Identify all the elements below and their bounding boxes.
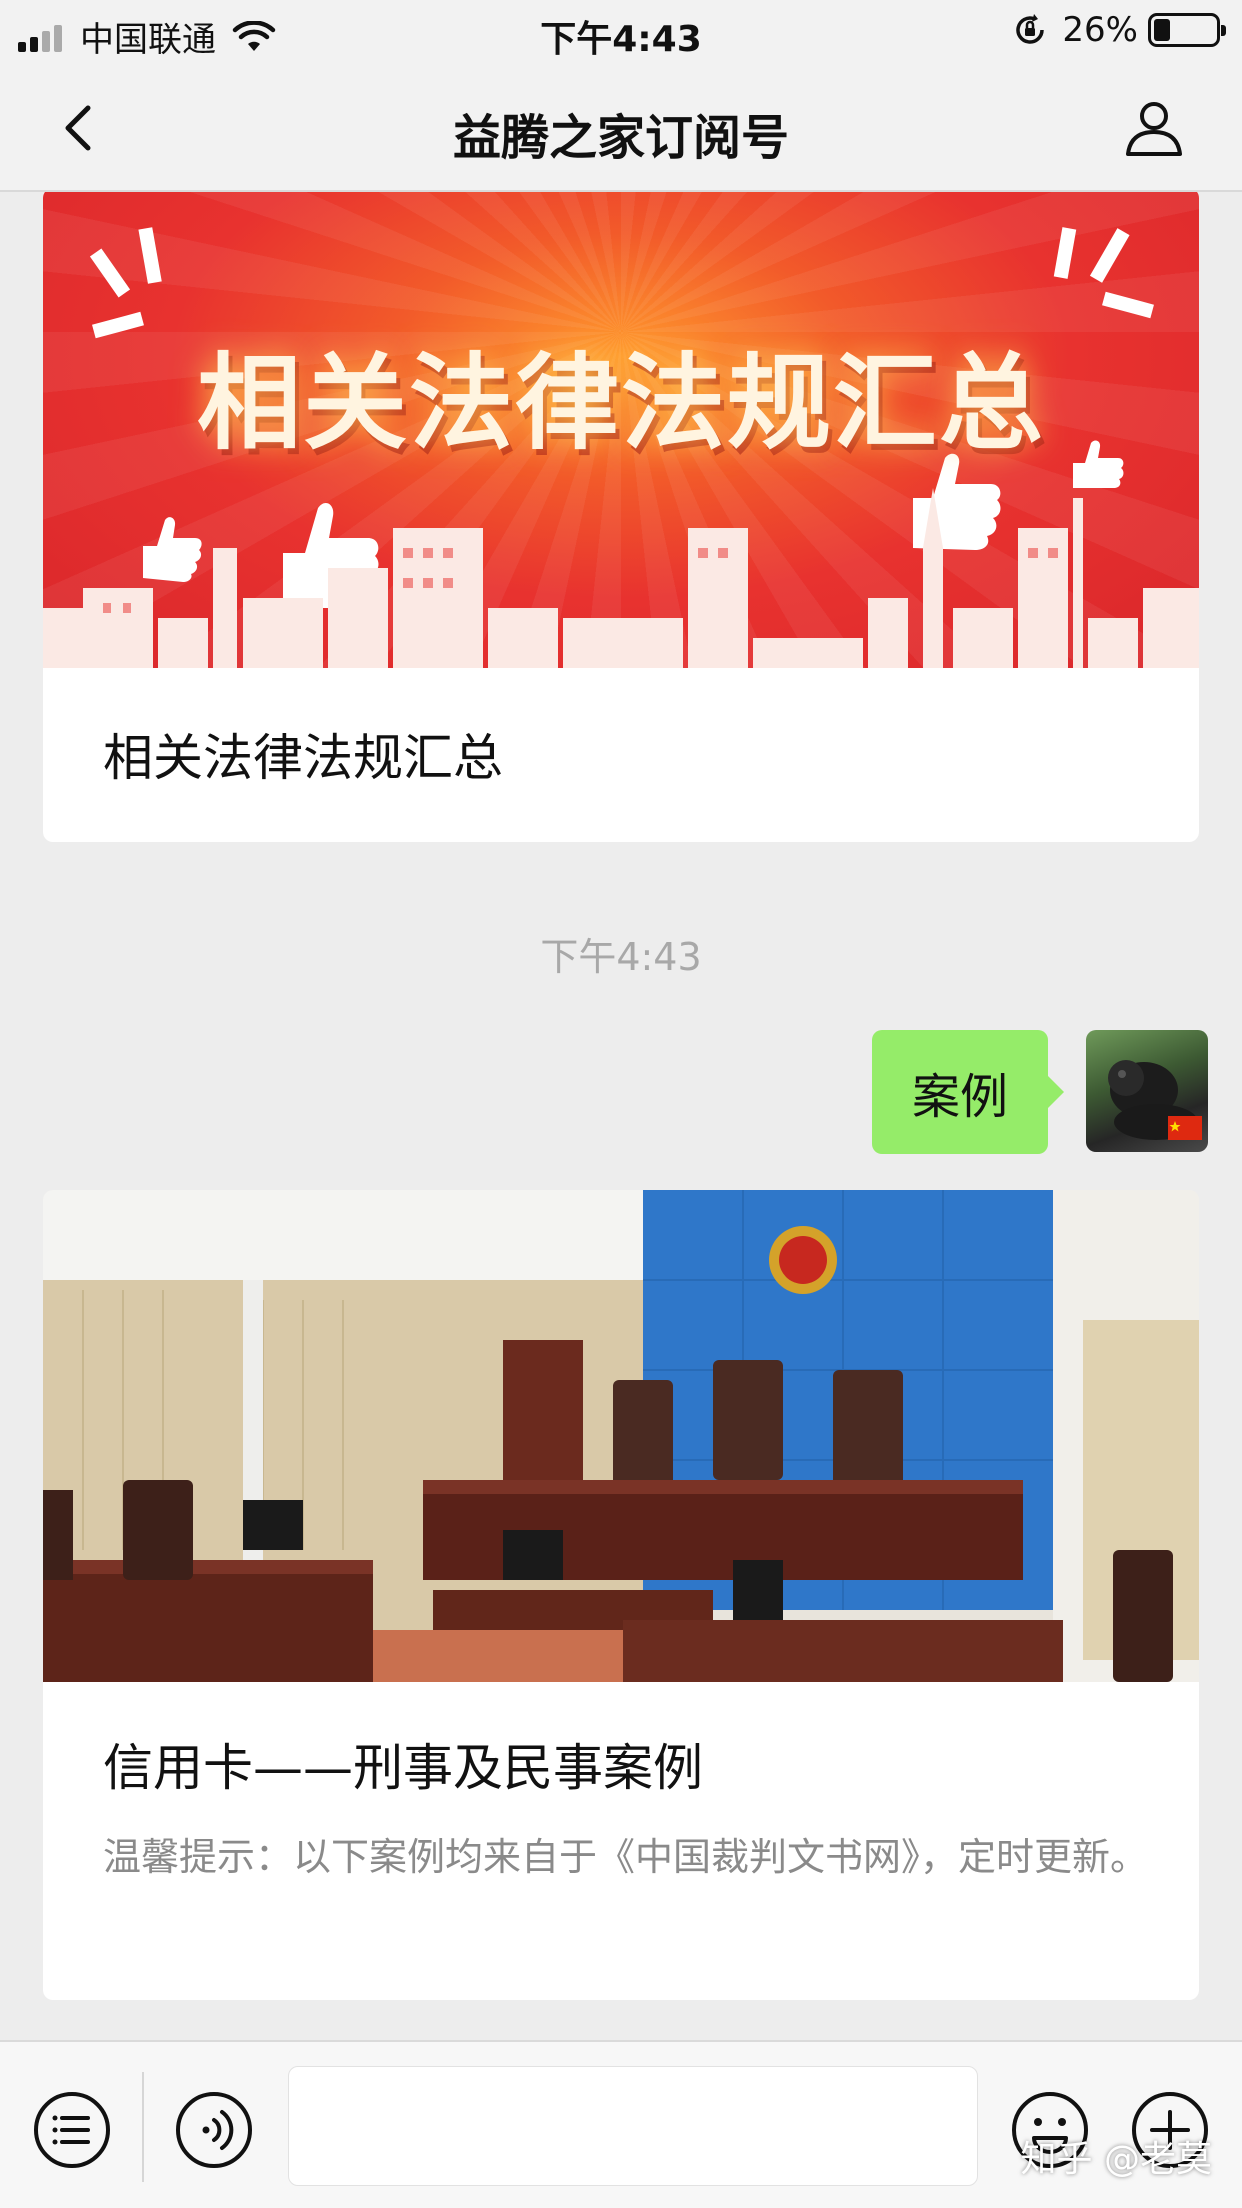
page-title: 益腾之家订阅号 xyxy=(452,110,789,166)
avatar[interactable] xyxy=(1086,1030,1208,1152)
profile-icon[interactable] xyxy=(1122,96,1186,160)
input-divider xyxy=(142,2072,144,2182)
message-timestamp: 下午4:43 xyxy=(540,935,702,979)
battery-percent: 26% xyxy=(1062,10,1138,50)
sent-message-row: 案例 xyxy=(871,1030,1208,1154)
input-bar xyxy=(0,2040,1242,2208)
avatar-image xyxy=(1108,1060,1202,1140)
article-description: 温馨提示：以下案例均来自于《中国裁判文书网》，定时更新。 xyxy=(103,1835,1149,1879)
courtroom-image xyxy=(43,1190,1199,1682)
article-cover-cases xyxy=(43,1190,1199,1682)
battery-icon xyxy=(1148,13,1226,47)
article-card-laws[interactable]: 相关法律法规汇总 相关法律法规汇总 xyxy=(43,192,1199,842)
voice-icon[interactable] xyxy=(174,2090,254,2170)
city-skyline-icon xyxy=(43,488,1199,668)
status-right: 26% xyxy=(1012,10,1226,50)
message-input[interactable] xyxy=(288,2066,978,2186)
watermark: 知乎 @老莫 xyxy=(1020,2139,1212,2180)
article-cover-laws: 相关法律法规汇总 xyxy=(43,192,1199,668)
article-card-cases[interactable]: 信用卡——刑事及民事案例 温馨提示：以下案例均来自于《中国裁判文书网》，定时更新… xyxy=(43,1190,1199,2000)
chat-area[interactable]: 相关法律法规汇总 相关法律法规汇总 下午4:43 案例 信用卡——刑事及民事案例… xyxy=(0,192,1242,2040)
status-bar: 中国联通 下午4:43 26% xyxy=(0,0,1242,62)
article-title: 相关法律法规汇总 xyxy=(103,729,503,787)
sent-message-bubble[interactable]: 案例 xyxy=(871,1030,1065,1154)
menu-icon[interactable] xyxy=(32,2090,112,2170)
nav-bar: 益腾之家订阅号 xyxy=(0,62,1242,192)
banner-headline: 相关法律法规汇总 xyxy=(196,342,1045,464)
rotation-lock-icon xyxy=(1016,14,1045,44)
article-title: 信用卡——刑事及民事案例 xyxy=(103,1739,703,1797)
